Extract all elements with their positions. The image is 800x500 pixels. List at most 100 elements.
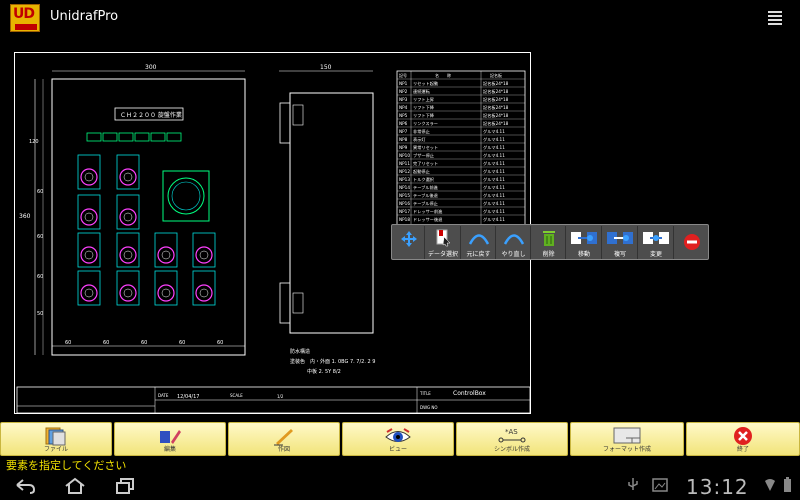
change-button[interactable]: 変更 [639, 226, 674, 259]
tb-dwg-label: DWG NO [420, 405, 438, 410]
draw-button[interactable]: 作図 [228, 422, 340, 456]
copy-button[interactable]: 複写 [603, 226, 638, 259]
table-cell: NP6 [399, 121, 408, 126]
tb-date: 12/04/17 [177, 394, 199, 400]
move-cross-icon [400, 231, 417, 247]
dim-120: 120 [29, 139, 39, 145]
move-label: 移動 [577, 251, 590, 258]
edit-label: 編集 [163, 446, 176, 453]
dim-bottom-2: 60 [141, 340, 147, 346]
battery-icon [784, 477, 791, 492]
home-icon[interactable] [64, 477, 86, 495]
table-cell: NP17 [399, 209, 410, 214]
format-sheet-icon [613, 427, 641, 444]
file-button[interactable]: ファイル [0, 422, 112, 456]
table-cell: NP2 [399, 89, 408, 94]
table-cell: グルマ4.11 [483, 200, 505, 207]
redo-button[interactable]: やり直し [497, 226, 531, 259]
data-select-button[interactable]: データ選択 [426, 226, 461, 259]
table-cell: グルマ4.11 [483, 144, 505, 151]
delete-button[interactable]: 削除 [532, 226, 566, 259]
table-cell: グルマ4.11 [483, 136, 505, 143]
note-0: 防水構造 [290, 348, 310, 355]
close-icon [683, 234, 700, 250]
table-cell: 完了リセット [413, 160, 438, 167]
move-handle[interactable] [393, 226, 425, 259]
pencil-icon [274, 429, 293, 446]
table-cell: リフト下降 [413, 112, 435, 119]
undo-button[interactable]: 元に戻す [462, 226, 496, 259]
dim-left-1: 60 [37, 234, 43, 240]
table-cell: リフト下降 [413, 104, 435, 111]
table-cell: グルマ4.11 [483, 128, 505, 135]
table-cell: 非常停止 [413, 128, 430, 135]
table-cell: 異常リセット [413, 144, 438, 151]
recent-apps-icon[interactable] [114, 477, 136, 495]
table-cell: リセット起動 [413, 80, 438, 87]
bottom-toolbar: ファイル 編集 作図 ビュー *AS シンボル作成 フォーマット作成 終了 [0, 422, 800, 456]
exit-icon [734, 427, 752, 445]
view-button[interactable]: ビュー [342, 422, 454, 456]
note-1: 塗装色 内・外面 1. 0BG 7. 7/2. 2 9 [290, 358, 375, 365]
copy-label: 複写 [613, 251, 626, 258]
table-cell: トルク選択 [413, 176, 435, 183]
table-cell: ドレッサー後退 [413, 216, 443, 223]
dim-left-2: 60 [37, 274, 43, 280]
symbol-label: シンボル作成 [493, 446, 530, 453]
app-title: UnidrafPro [50, 9, 119, 24]
table-cell: テーブル停止 [413, 200, 438, 207]
back-icon[interactable] [14, 477, 36, 495]
delete-label: 削除 [542, 251, 555, 258]
dim-side: 150 [320, 64, 332, 71]
table-cell: リフト上昇 [413, 96, 434, 103]
symbol-button[interactable]: *AS シンボル作成 [456, 422, 568, 456]
exit-button[interactable]: 終了 [686, 422, 800, 456]
tb-date-label: DATE [158, 393, 169, 398]
file-label: ファイル [43, 446, 68, 453]
edit-button[interactable]: 編集 [114, 422, 226, 456]
app-logo: UD [10, 4, 40, 32]
table-cell: NP13 [399, 177, 410, 182]
move-button[interactable]: 移動 [567, 226, 602, 259]
table-cell: グルマ4.11 [483, 208, 505, 215]
tb-title: ControlBox [453, 390, 486, 397]
table-cell: 記名板24*18 [483, 88, 509, 95]
table-cell: 起動停止 [413, 168, 430, 175]
dim-bottom-1: 60 [103, 340, 109, 346]
table-cell: リンクスラー [413, 121, 438, 127]
eye-icon [385, 428, 411, 442]
dim-bottom-3: 60 [179, 340, 185, 346]
table-cell: グルマ4.11 [483, 216, 505, 223]
table-cell: NP8 [399, 137, 408, 142]
table-cell: グルマ4.11 [483, 160, 505, 167]
table-header-2: 記名板 [490, 72, 502, 78]
table-cell: テーブル前進 [413, 184, 439, 191]
exit-label: 終了 [736, 446, 749, 453]
table-cell: NP5 [399, 113, 408, 118]
format-label: フォーマット作成 [602, 446, 651, 453]
gallery-icon [652, 478, 668, 492]
tb-scale: 1/2 [277, 394, 284, 399]
dim-top: 300 [145, 64, 157, 71]
dim-left-3: 50 [37, 311, 43, 317]
clock: 13:12 [686, 475, 749, 499]
table-header-0: 記号 [399, 72, 407, 78]
table-cell: グルマ4.11 [483, 192, 505, 199]
table-cell: NP9 [399, 145, 408, 150]
table-cell: NP10 [399, 153, 410, 158]
table-cell: NP14 [399, 185, 410, 190]
dim-bottom-4: 60 [217, 340, 223, 346]
table-cell: グルマ4.11 [483, 152, 505, 159]
overflow-menu-icon[interactable] [768, 11, 782, 25]
table-cell: NP11 [399, 161, 410, 166]
symbol-icon-text: *AS [505, 428, 518, 436]
table-cell: NP18 [399, 217, 410, 222]
table-cell: 記名板24*18 [483, 80, 509, 87]
table-cell: グルマ4.11 [483, 168, 505, 175]
copy-icon [607, 232, 633, 244]
format-button[interactable]: フォーマット作成 [570, 422, 684, 456]
symbol-icon: *AS [498, 428, 526, 443]
change-label: 変更 [649, 251, 662, 258]
table-header-1: 名 称 [435, 72, 451, 78]
close-toolbar-button[interactable] [675, 226, 708, 259]
